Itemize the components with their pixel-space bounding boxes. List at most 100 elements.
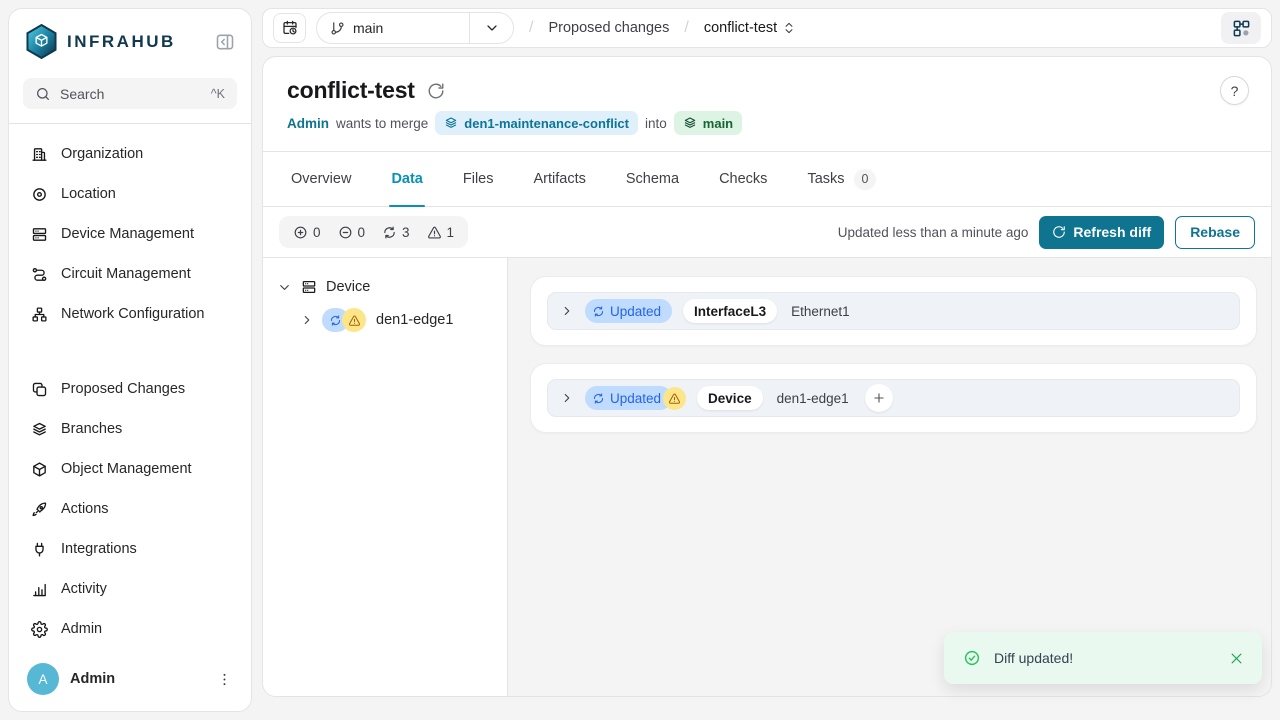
warning-icon: [348, 314, 361, 327]
source-branch-badge[interactable]: den1-maintenance-conflict: [435, 111, 638, 135]
sidebar-item-actions[interactable]: Actions: [21, 489, 239, 529]
refresh-diff-button[interactable]: Refresh diff: [1039, 216, 1164, 249]
branch-name: main: [353, 20, 383, 36]
sidebar-item-label: Activity: [61, 581, 107, 597]
tab-overview[interactable]: Overview: [291, 152, 351, 206]
status-label: Updated: [610, 391, 661, 406]
sidebar-item-network-configuration[interactable]: Network Configuration: [21, 294, 239, 334]
tree-node-den1-edge1[interactable]: den1-edge1: [277, 308, 493, 332]
activity-icon: [31, 581, 48, 598]
sidebar-item-organization[interactable]: Organization: [21, 134, 239, 174]
branches-icon: [444, 116, 458, 130]
user-menu[interactable]: A Admin: [9, 649, 251, 711]
sidebar-item-branches[interactable]: Branches: [21, 409, 239, 449]
sidebar-item-location[interactable]: Location: [21, 174, 239, 214]
tab-schema[interactable]: Schema: [626, 152, 679, 206]
search-input[interactable]: Search ^K: [23, 78, 237, 109]
sidebar-group: Organization LocationDevice ManagementCir…: [21, 134, 239, 334]
brand-name: INFRAHUB: [67, 32, 213, 52]
sidebar-item-circuit-management[interactable]: Circuit Management: [21, 254, 239, 294]
diff-stat-value: 0: [313, 225, 321, 240]
branch-selector-caret[interactable]: [469, 13, 513, 43]
page-title: conflict-test: [287, 77, 415, 104]
collapse-sidebar-icon: [215, 32, 235, 52]
refresh-title-button[interactable]: [427, 82, 445, 100]
user-options-button[interactable]: [214, 669, 235, 690]
search-icon: [35, 86, 51, 102]
plug-icon: [31, 541, 48, 558]
tree-node-device[interactable]: Device: [277, 279, 493, 295]
user-name: Admin: [70, 671, 203, 687]
tree-node-label: Device: [326, 279, 370, 295]
kebab-icon: [216, 671, 233, 688]
add-comment-button[interactable]: [865, 384, 893, 412]
status-badge-group: Updated: [585, 299, 672, 323]
sidebar-item-label: Organization: [61, 146, 143, 162]
building-icon: [31, 146, 48, 163]
help-button[interactable]: ?: [1220, 76, 1249, 105]
sidebar-group: Proposed Changes Branches Object Managemen…: [21, 369, 239, 649]
author-link[interactable]: Admin: [287, 116, 329, 131]
sidebar-item-activity[interactable]: Activity: [21, 569, 239, 609]
tab-checks[interactable]: Checks: [719, 152, 767, 206]
toast-close-button[interactable]: [1227, 649, 1246, 668]
tab-label: Data: [391, 171, 422, 187]
diff-stat: 0: [293, 225, 321, 240]
sync-icon: [329, 314, 342, 327]
tab-label: Tasks: [807, 171, 844, 187]
topbar: main / Proposed changes / conflict-test: [262, 8, 1272, 48]
graph-icon: [1232, 19, 1251, 38]
merge-summary: Admin wants to merge den1-maintenance-co…: [287, 111, 1247, 135]
object-kind-badge: InterfaceL3: [683, 299, 777, 323]
server-icon: [301, 279, 317, 295]
time-travel-button[interactable]: [273, 13, 306, 43]
source-branch-name: den1-maintenance-conflict: [464, 116, 629, 131]
chevron-down-icon: [484, 20, 500, 36]
target-branch-name: main: [703, 116, 733, 131]
diff-stat-value: 0: [358, 225, 366, 240]
rebase-button[interactable]: Rebase: [1175, 216, 1255, 249]
branches-icon: [31, 421, 48, 438]
tab-artifacts[interactable]: Artifacts: [534, 152, 586, 206]
network-icon: [31, 306, 48, 323]
sidebar: INFRAHUB Search ^K Organization LocationD…: [8, 8, 252, 712]
toast-notification: Diff updated!: [944, 632, 1262, 684]
tab-data[interactable]: Data: [391, 152, 422, 206]
updated-timestamp: Updated less than a minute ago: [838, 225, 1029, 240]
updated-badge: Updated: [585, 386, 672, 410]
chevron-right-icon: [560, 304, 574, 318]
target-branch-badge[interactable]: main: [674, 111, 742, 135]
chevron-right-icon: [560, 391, 574, 405]
sidebar-item-label: Proposed Changes: [61, 381, 185, 397]
tab-label: Checks: [719, 171, 767, 187]
diff-stat: 3: [382, 225, 410, 240]
diff-row[interactable]: Updated Device den1-edge1: [547, 379, 1240, 417]
collapse-sidebar-button[interactable]: [213, 30, 237, 54]
diff-stat: 1: [427, 225, 455, 240]
breadcrumb-proposed-changes[interactable]: Proposed changes: [548, 20, 669, 36]
sidebar-item-admin[interactable]: Admin: [21, 609, 239, 649]
into-text: into: [645, 116, 667, 131]
sidebar-item-device-management[interactable]: Device Management: [21, 214, 239, 254]
tab-tasks[interactable]: Tasks0: [807, 152, 876, 206]
diff-card: Updated Device den1-edge1: [530, 363, 1257, 433]
sidebar-item-object-management[interactable]: Object Management: [21, 449, 239, 489]
toast-message: Diff updated!: [994, 650, 1214, 666]
branch-selector[interactable]: main: [316, 12, 514, 44]
sidebar-item-proposed-changes[interactable]: Proposed Changes: [21, 369, 239, 409]
close-icon: [1229, 651, 1244, 666]
sidebar-item-integrations[interactable]: Integrations: [21, 529, 239, 569]
sidebar-item-label: Network Configuration: [61, 306, 204, 322]
sync-icon: [382, 225, 397, 240]
conflict-warning-badge: [342, 308, 366, 332]
breadcrumb-current-selector[interactable]: conflict-test: [704, 20, 796, 36]
schema-visualizer-button[interactable]: [1221, 12, 1261, 44]
sidebar-item-label: Branches: [61, 421, 122, 437]
rotate-icon: [1052, 225, 1066, 239]
diff-stats: 0 0 3 1: [279, 216, 468, 248]
tab-files[interactable]: Files: [463, 152, 494, 206]
location-icon: [31, 186, 48, 203]
diff-row[interactable]: Updated InterfaceL3 Ethernet1: [547, 292, 1240, 330]
merge-text: wants to merge: [336, 116, 428, 131]
diff-stat: 0: [338, 225, 366, 240]
